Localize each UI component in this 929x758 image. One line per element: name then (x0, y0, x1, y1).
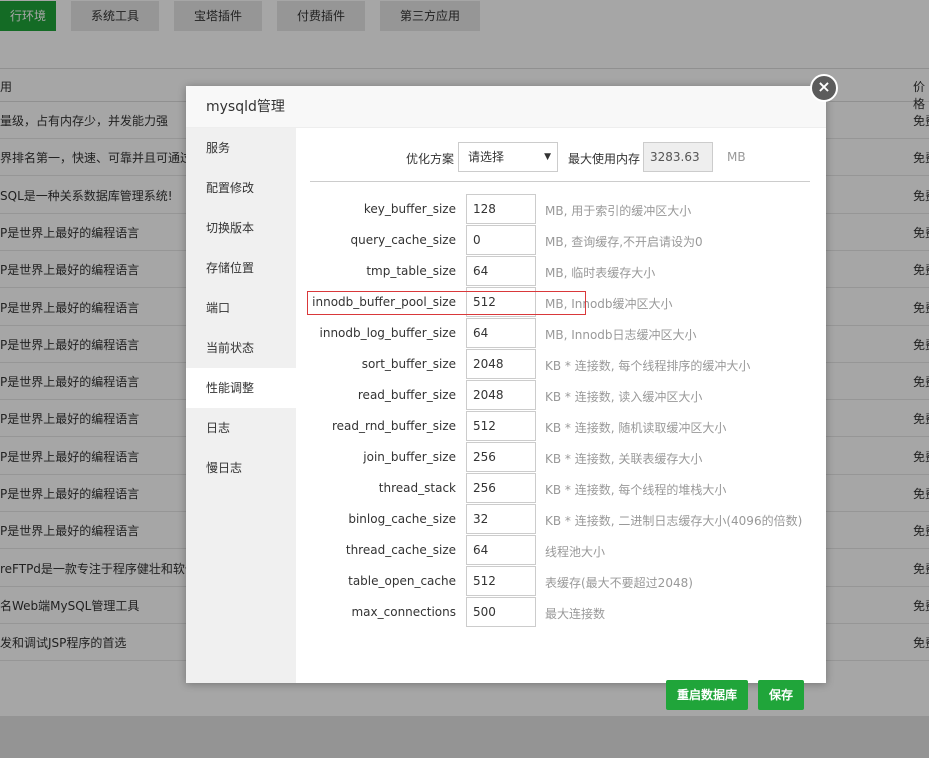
param-row-key-buffer-size: key_buffer_size MB, 用于索引的缓冲区大小 (296, 194, 826, 225)
param-row-thread-cache-size: thread_cache_size 线程池大小 (296, 535, 826, 566)
param-input-thread-cache-size[interactable] (466, 535, 536, 565)
param-input-innodb-buffer-pool-size[interactable] (466, 287, 536, 317)
param-input-max-connections[interactable] (466, 597, 536, 627)
param-hint: 线程池大小 (545, 545, 606, 559)
param-row-binlog-cache-size: binlog_cache_size KB * 连接数, 二进制日志缓存大小(409… (296, 504, 826, 535)
save-button[interactable]: 保存 (758, 680, 804, 710)
sidebar-item-status[interactable]: 当前状态 (186, 328, 296, 368)
param-label: read_buffer_size (357, 388, 456, 402)
divider (310, 181, 810, 182)
restart-database-button[interactable]: 重启数据库 (666, 680, 748, 710)
sidebar-item-performance[interactable]: 性能调整 (186, 368, 296, 408)
optimize-select[interactable]: 请选择 ▼ (458, 142, 558, 172)
param-label: join_buffer_size (363, 450, 456, 464)
param-input-thread-stack[interactable] (466, 473, 536, 503)
mysqld-manager-dialog: mysqld管理 服务 配置修改 切换版本 存储位置 端口 当前状态 性能调整 … (186, 86, 826, 710)
param-row-read-rnd-buffer-size: read_rnd_buffer_size KB * 连接数, 随机读取缓冲区大小 (296, 411, 826, 442)
dialog-sidebar: 服务 配置修改 切换版本 存储位置 端口 当前状态 性能调整 日志 慢日志 (186, 128, 296, 683)
dialog-title: mysqld管理 (186, 86, 826, 128)
param-label: thread_stack (378, 481, 456, 495)
param-hint: 最大连接数 (545, 607, 606, 621)
param-label: read_rnd_buffer_size (331, 419, 456, 433)
param-label: binlog_cache_size (348, 512, 456, 526)
param-label: innodb_buffer_pool_size (312, 295, 456, 309)
optimize-row: 优化方案 请选择 ▼ 最大使用内存 3283.63 MB (296, 142, 826, 172)
param-row-innodb-log-buffer-size: innodb_log_buffer_size MB, Innodb日志缓冲区大小 (296, 318, 826, 349)
param-row-sort-buffer-size: sort_buffer_size KB * 连接数, 每个线程排序的缓冲大小 (296, 349, 826, 380)
param-row-max-connections: max_connections 最大连接数 (296, 597, 826, 628)
param-hint: KB * 连接数, 每个线程的堆栈大小 (545, 483, 727, 497)
param-input-join-buffer-size[interactable] (466, 442, 536, 472)
performance-panel: 优化方案 请选择 ▼ 最大使用内存 3283.63 MB key_buffer_… (296, 128, 826, 710)
sidebar-item-log[interactable]: 日志 (186, 408, 296, 448)
param-input-query-cache-size[interactable] (466, 225, 536, 255)
param-hint: MB, 用于索引的缓冲区大小 (545, 204, 692, 218)
param-input-innodb-log-buffer-size[interactable] (466, 318, 536, 348)
param-row-join-buffer-size: join_buffer_size KB * 连接数, 关联表缓存大小 (296, 442, 826, 473)
param-label: thread_cache_size (345, 543, 456, 557)
max-memory-field[interactable]: 3283.63 (643, 142, 713, 172)
param-row-read-buffer-size: read_buffer_size KB * 连接数, 读入缓冲区大小 (296, 380, 826, 411)
sidebar-item-slow-log[interactable]: 慢日志 (186, 448, 296, 488)
param-row-thread-stack: thread_stack KB * 连接数, 每个线程的堆栈大小 (296, 473, 826, 504)
sidebar-item-switch-version[interactable]: 切换版本 (186, 208, 296, 248)
param-input-key-buffer-size[interactable] (466, 194, 536, 224)
param-hint: 表缓存(最大不要超过2048) (545, 576, 693, 590)
sidebar-item-config[interactable]: 配置修改 (186, 168, 296, 208)
param-input-sort-buffer-size[interactable] (466, 349, 536, 379)
param-input-table-open-cache[interactable] (466, 566, 536, 596)
param-row-innodb-buffer-pool-size: innodb_buffer_pool_size MB, Innodb缓冲区大小 (296, 287, 826, 318)
param-hint: MB, Innodb缓冲区大小 (545, 297, 673, 311)
param-hint: KB * 连接数, 读入缓冲区大小 (545, 390, 703, 404)
param-label: key_buffer_size (363, 202, 456, 216)
param-label: innodb_log_buffer_size (319, 326, 457, 340)
param-label: max_connections (351, 605, 456, 619)
param-row-query-cache-size: query_cache_size MB, 查询缓存,不开启请设为0 (296, 225, 826, 256)
param-hint: MB, Innodb日志缓冲区大小 (545, 328, 697, 342)
sidebar-item-port[interactable]: 端口 (186, 288, 296, 328)
param-hint: MB, 查询缓存,不开启请设为0 (545, 235, 703, 249)
close-icon[interactable]: × (810, 74, 838, 102)
param-hint: KB * 连接数, 每个线程排序的缓冲大小 (545, 359, 751, 373)
max-memory-unit: MB (727, 150, 746, 164)
param-input-read-buffer-size[interactable] (466, 380, 536, 410)
param-input-binlog-cache-size[interactable] (466, 504, 536, 534)
param-input-tmp-table-size[interactable] (466, 256, 536, 286)
param-input-read-rnd-buffer-size[interactable] (466, 411, 536, 441)
param-hint: KB * 连接数, 随机读取缓冲区大小 (545, 421, 727, 435)
max-memory-label: 最大使用内存 (568, 152, 641, 166)
param-row-table-open-cache: table_open_cache 表缓存(最大不要超过2048) (296, 566, 826, 597)
param-row-tmp-table-size: tmp_table_size MB, 临时表缓存大小 (296, 256, 826, 287)
optimize-select-value: 请选择 (468, 150, 505, 164)
param-label: query_cache_size (350, 233, 456, 247)
param-hint: KB * 连接数, 二进制日志缓存大小(4096的倍数) (545, 514, 803, 528)
optimize-label: 优化方案 (406, 152, 455, 166)
sidebar-item-service[interactable]: 服务 (186, 128, 296, 168)
sidebar-item-storage[interactable]: 存储位置 (186, 248, 296, 288)
param-hint: KB * 连接数, 关联表缓存大小 (545, 452, 703, 466)
chevron-down-icon: ▼ (544, 152, 551, 162)
param-hint: MB, 临时表缓存大小 (545, 266, 656, 280)
param-label: sort_buffer_size (361, 357, 456, 371)
param-label: tmp_table_size (366, 264, 456, 278)
param-label: table_open_cache (348, 574, 456, 588)
